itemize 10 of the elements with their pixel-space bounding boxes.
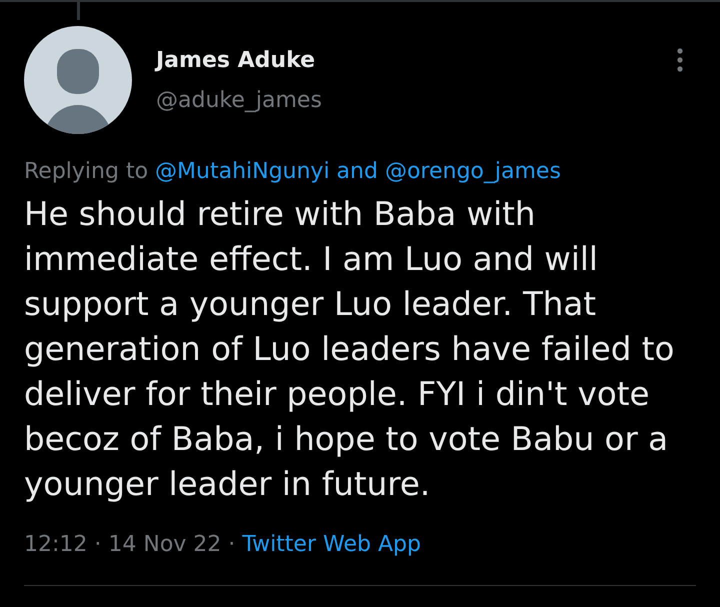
avatar-icon[interactable] xyxy=(24,26,132,134)
replying-to-text: Replying to @MutahiNgunyi and @orengo_james xyxy=(23,158,562,186)
mention-link[interactable]: @orengo_james xyxy=(384,159,561,184)
tweet-timestamp: 12:12 · 14 Nov 22 · Twitter Web App xyxy=(23,531,422,559)
mention-link[interactable]: @MutahiNgunyi xyxy=(155,159,330,184)
more-options-icon[interactable] xyxy=(677,48,683,72)
author-handle[interactable]: @aduke_james xyxy=(156,87,322,115)
tweet-text: He should retire with Baba with immediate effect. I am Luo and will support a younger Luo leader. That generation of Luo leaders have failed to deliver for their people. FYI i din't vote becoz of Baba, i hope to vote Babu or a younger leader in future. xyxy=(24,194,676,505)
source-link[interactable]: Twitter Web App xyxy=(242,532,421,557)
author-name[interactable]: James Aduke xyxy=(156,47,316,75)
